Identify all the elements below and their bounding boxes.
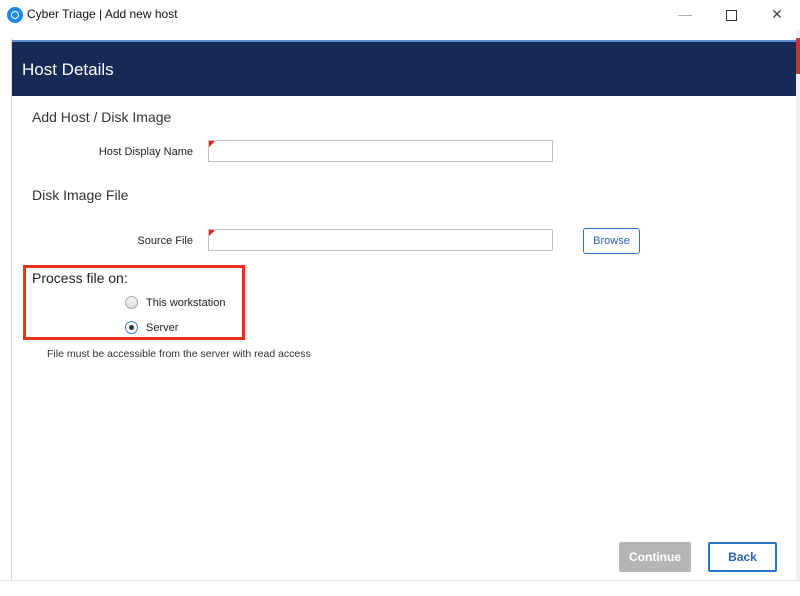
background-window-edge	[796, 30, 800, 595]
maximize-icon	[725, 10, 737, 21]
host-display-name-label: Host Display Name	[98, 146, 193, 158]
cyber-triage-logo-icon	[7, 7, 23, 23]
radio-label-this-workstation[interactable]: This workstation	[146, 297, 225, 309]
required-indicator	[209, 141, 215, 147]
radio-label-server[interactable]: Server	[146, 322, 178, 334]
section-title-disk: Disk Image File	[32, 187, 129, 203]
radio-server[interactable]	[125, 321, 138, 334]
server-access-note: File must be accessible from the server …	[47, 348, 311, 360]
window-title: Cyber Triage | Add new host	[27, 7, 178, 21]
required-indicator	[209, 230, 215, 236]
close-button[interactable]: ✕	[754, 0, 800, 30]
minimize-button[interactable]: —	[662, 0, 708, 30]
back-button[interactable]: Back	[708, 542, 777, 572]
radio-this-workstation[interactable]	[125, 296, 138, 309]
browse-button[interactable]: Browse	[583, 228, 640, 254]
header-bar: Host Details	[12, 40, 796, 96]
source-file-label: Source File	[137, 235, 193, 247]
window-titlebar: Cyber Triage | Add new host — ✕	[0, 0, 800, 30]
page-title: Host Details	[22, 60, 114, 79]
add-host-dialog: Host Details Add Host / Disk Image Host …	[11, 38, 796, 580]
continue-button[interactable]: Continue	[619, 542, 691, 572]
window-bottom-edge	[0, 580, 800, 596]
host-display-name-input[interactable]	[208, 140, 553, 162]
source-file-input[interactable]	[208, 229, 553, 251]
maximize-button[interactable]	[708, 0, 754, 30]
process-file-on-label: Process file on:	[32, 270, 128, 286]
section-title-host: Add Host / Disk Image	[32, 109, 172, 125]
